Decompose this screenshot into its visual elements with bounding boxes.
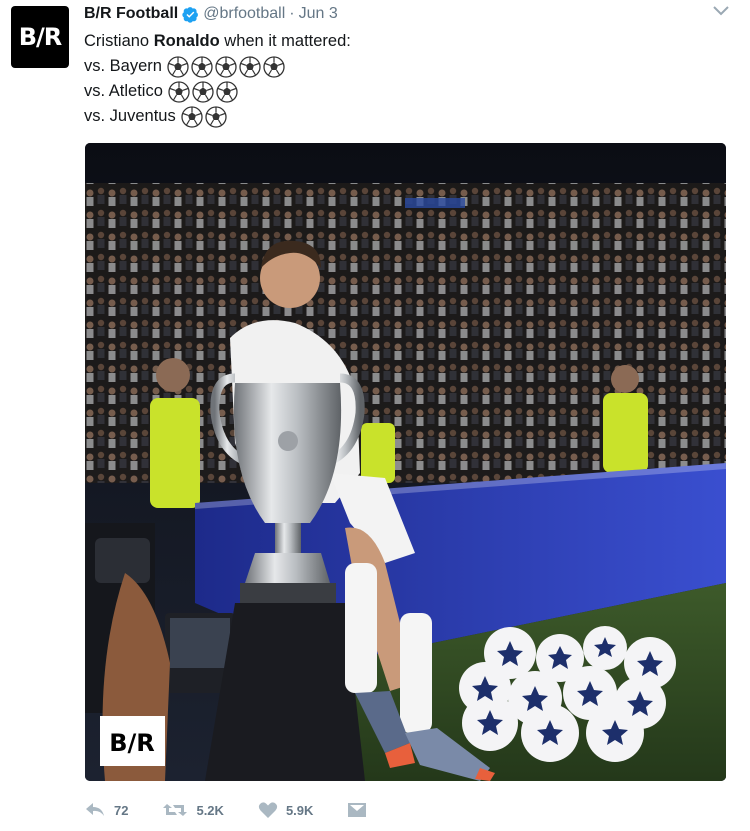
- like-button[interactable]: 5.9K: [258, 801, 313, 819]
- text-suffix: when it mattered:: [219, 32, 351, 50]
- player-name: Ronaldo: [153, 32, 220, 50]
- tweet-photo[interactable]: B/R: [85, 143, 726, 781]
- tweet-date[interactable]: Jun 3: [299, 5, 338, 23]
- opponent-bayern: vs. Bayern: [84, 57, 162, 75]
- tweet-actions: 72 5.2K 5.9K: [84, 796, 409, 824]
- ronaldo-trophy-photo: B/R: [85, 143, 726, 781]
- retweet-icon: [163, 804, 188, 816]
- opponent-juventus: vs. Juventus: [84, 107, 176, 125]
- tweet-header: B/R Football @brfootball · Jun 3: [84, 3, 338, 25]
- soccer-ball-icon: [215, 55, 237, 78]
- br-watermark: B/R: [109, 729, 155, 757]
- tweet-line-atletico: vs. Atletico: [84, 79, 351, 104]
- like-count: 5.9K: [285, 802, 314, 818]
- soccer-ball-icon: [192, 80, 214, 103]
- author-handle[interactable]: @brfootball: [203, 5, 285, 23]
- tweet: B/R B/R Football @brfootball · Jun 3 Cri…: [0, 0, 750, 831]
- tweet-line-juventus: vs. Juventus: [84, 104, 351, 129]
- retweet-count: 5.2K: [196, 802, 224, 818]
- text-prefix: Cristiano: [84, 32, 154, 50]
- separator-dot: ·: [289, 5, 295, 22]
- verified-badge-icon: [182, 6, 199, 23]
- author-avatar[interactable]: B/R: [11, 6, 69, 68]
- soccer-ball-icon: [239, 55, 261, 78]
- soccer-ball-icon: [205, 105, 227, 128]
- retweet-button[interactable]: 5.2K: [162, 801, 224, 819]
- tweet-line-bayern: vs. Bayern: [84, 54, 351, 79]
- soccer-ball-icon: [191, 55, 213, 78]
- envelope-icon: [348, 803, 367, 817]
- tweet-line: Cristiano Ronaldo when it mattered:: [84, 29, 351, 54]
- goal-balls: [168, 80, 238, 103]
- tweet-text: Cristiano Ronaldo when it mattered: vs. …: [84, 29, 351, 129]
- goal-balls: [167, 55, 285, 78]
- heart-icon: [258, 802, 278, 818]
- soccer-ball-icon: [181, 105, 203, 128]
- reply-icon: [86, 803, 104, 816]
- reply-button[interactable]: 72: [84, 801, 128, 819]
- author-name[interactable]: B/R Football: [84, 5, 178, 23]
- chevron-down-icon[interactable]: [712, 4, 730, 18]
- soccer-ball-icon: [168, 80, 190, 103]
- soccer-ball-icon: [263, 55, 285, 78]
- soccer-ball-icon: [167, 55, 189, 78]
- soccer-ball-icon: [216, 80, 238, 103]
- opponent-atletico: vs. Atletico: [84, 82, 163, 100]
- reply-count: 72: [114, 802, 129, 818]
- direct-message-button[interactable]: [347, 801, 375, 819]
- goal-balls: [181, 105, 227, 128]
